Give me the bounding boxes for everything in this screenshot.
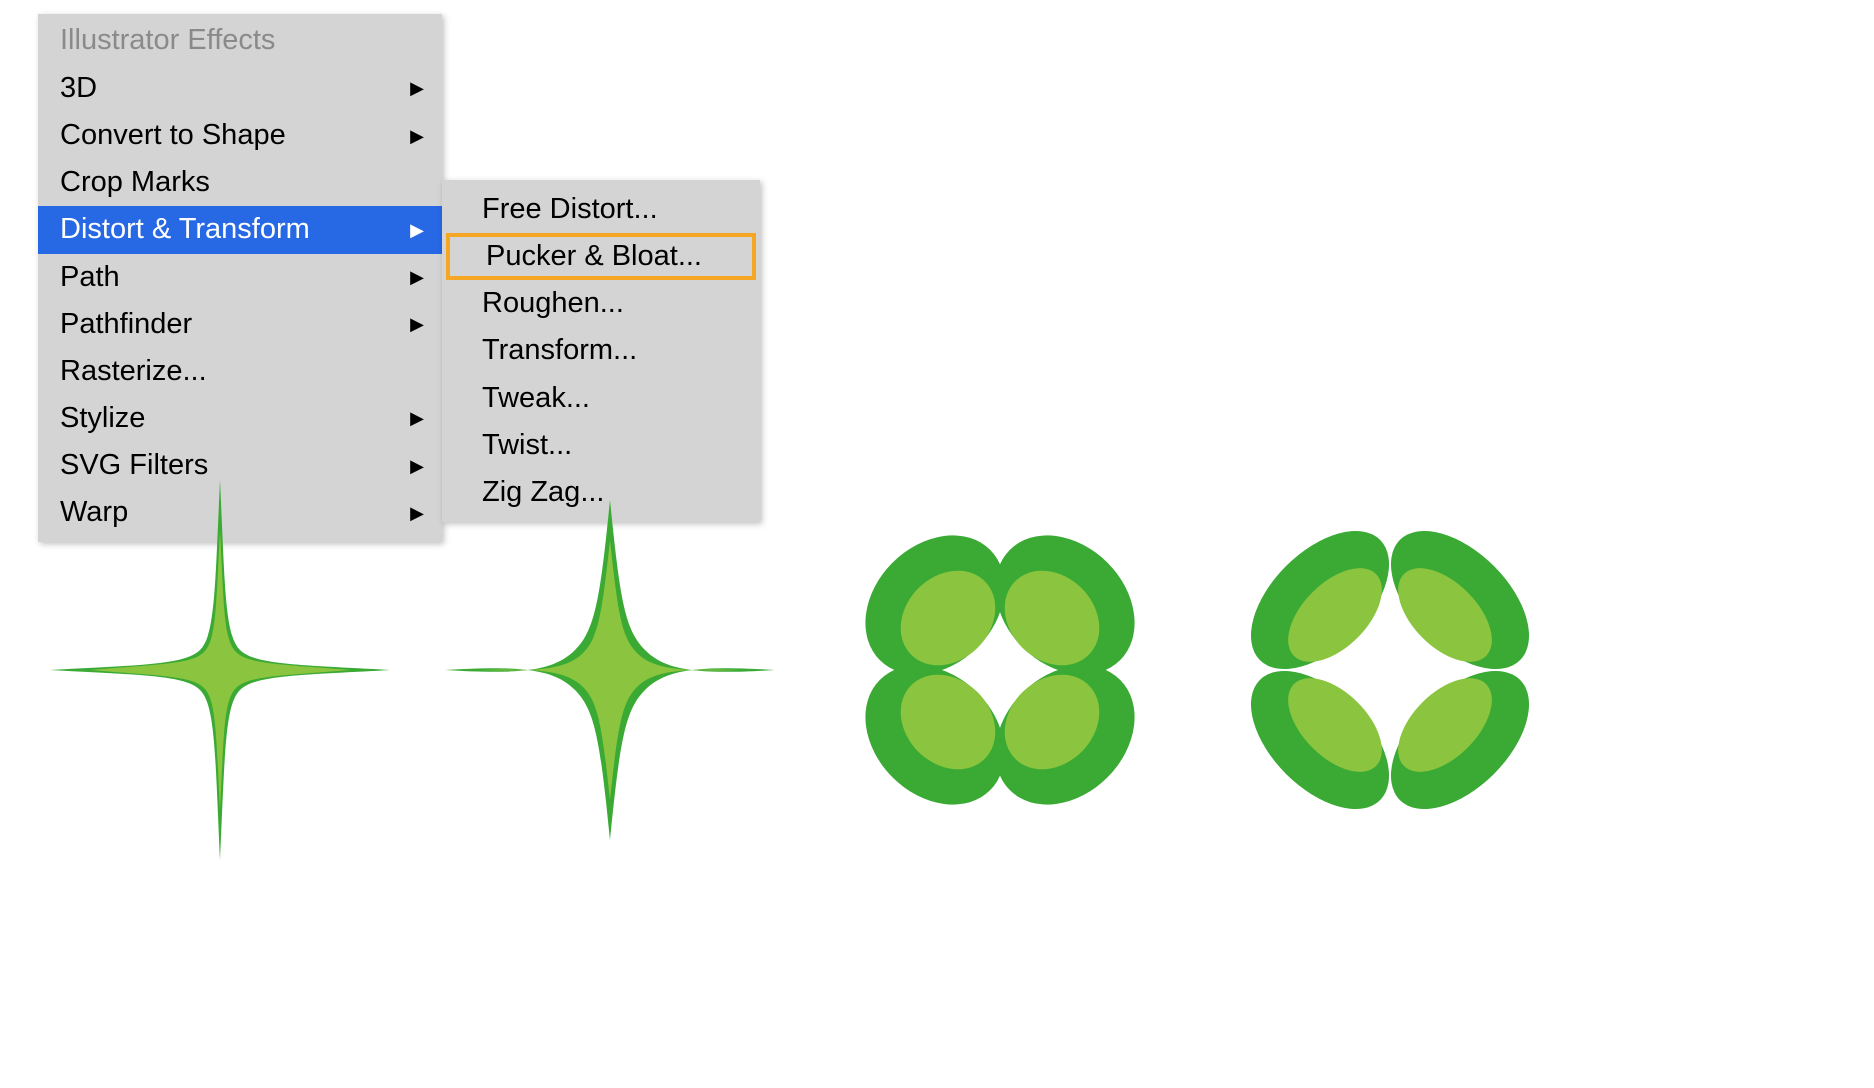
submenu-item-roughen[interactable]: Roughen... [442, 280, 760, 327]
submenu-arrow-icon: ▶ [410, 265, 424, 289]
menu-header: Illustrator Effects [38, 20, 442, 65]
menu-item-3d[interactable]: 3D ▶ [38, 65, 442, 112]
effects-menu: Illustrator Effects 3D ▶ Convert to Shap… [38, 14, 442, 542]
menu-item-stylize[interactable]: Stylize ▶ [38, 395, 442, 442]
submenu-arrow-icon: ▶ [410, 406, 424, 430]
menu-item-label: 3D [60, 69, 97, 108]
submenu-arrow-icon: ▶ [410, 76, 424, 100]
submenu-arrow-icon: ▶ [410, 124, 424, 148]
submenu-arrow-icon: ▶ [410, 218, 424, 242]
submenu-item-transform[interactable]: Transform... [442, 327, 760, 374]
menu-item-pathfinder[interactable]: Pathfinder ▶ [38, 301, 442, 348]
submenu-item-pucker-bloat[interactable]: Pucker & Bloat... [446, 233, 756, 280]
bloat-shape-2 [1210, 470, 1570, 870]
menu-item-label: Distort & Transform [60, 210, 310, 249]
pucker-shape-2 [430, 470, 790, 870]
submenu-item-twist[interactable]: Twist... [442, 422, 760, 469]
submenu-item-label: Tweak... [482, 382, 590, 414]
submenu-item-label: Pucker & Bloat... [486, 240, 702, 272]
bloat-shape-1 [820, 470, 1180, 870]
submenu-item-label: Free Distort... [482, 193, 658, 225]
submenu-item-free-distort[interactable]: Free Distort... [442, 186, 760, 233]
submenu-item-label: Twist... [482, 429, 572, 461]
menu-item-label: Rasterize... [60, 352, 207, 391]
submenu-item-tweak[interactable]: Tweak... [442, 375, 760, 422]
menu-item-label: Pathfinder [60, 305, 192, 344]
menu-item-convert-to-shape[interactable]: Convert to Shape ▶ [38, 112, 442, 159]
menu-item-label: Path [60, 258, 120, 297]
submenu-item-label: Transform... [482, 334, 637, 366]
menu-item-label: Stylize [60, 399, 145, 438]
menu-item-label: Crop Marks [60, 163, 210, 202]
menu-item-distort-transform[interactable]: Distort & Transform ▶ [38, 206, 442, 253]
menu-item-path[interactable]: Path ▶ [38, 254, 442, 301]
menu-item-crop-marks[interactable]: Crop Marks [38, 159, 442, 206]
submenu-arrow-icon: ▶ [410, 312, 424, 336]
menu-item-label: Convert to Shape [60, 116, 286, 155]
example-shapes-row [40, 470, 1570, 870]
menu-item-rasterize[interactable]: Rasterize... [38, 348, 442, 395]
submenu-item-label: Roughen... [482, 287, 624, 319]
pucker-shape-1 [40, 470, 400, 870]
